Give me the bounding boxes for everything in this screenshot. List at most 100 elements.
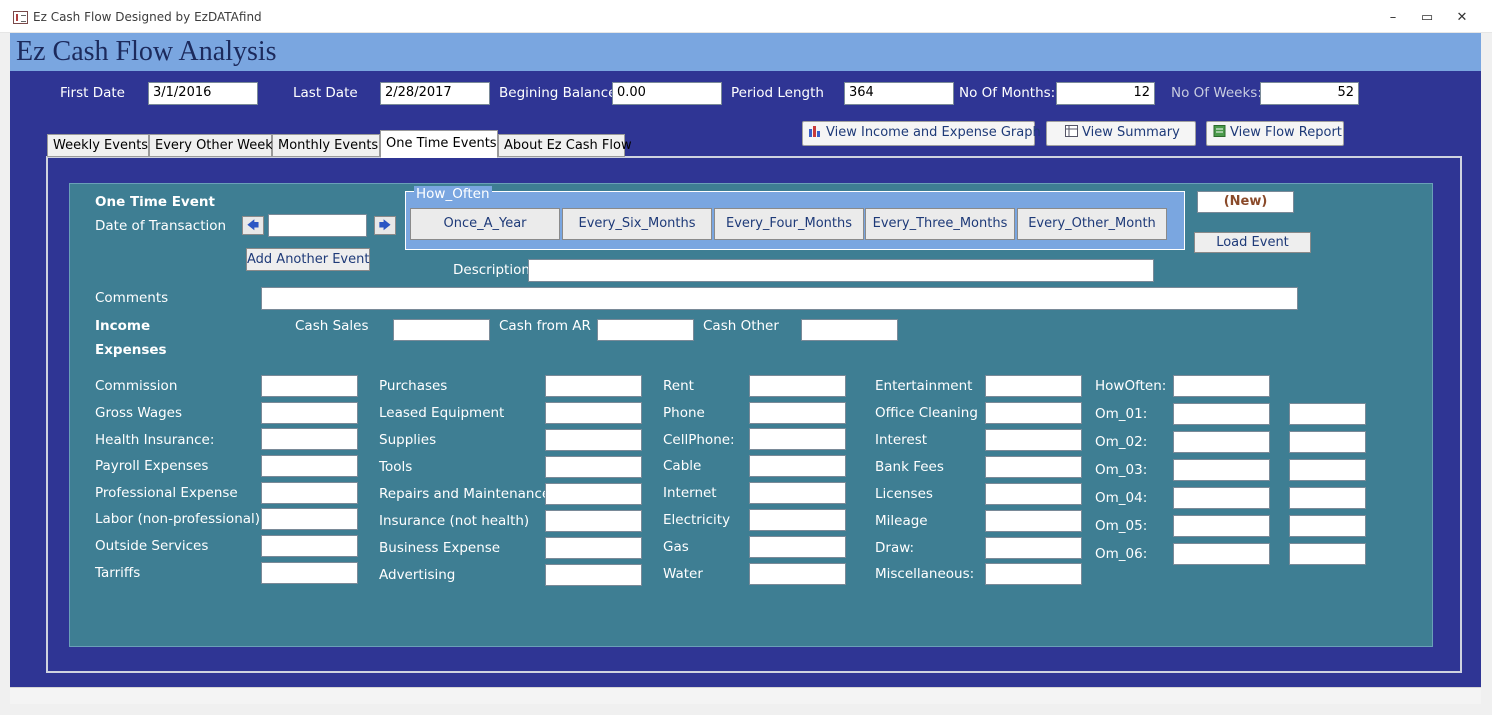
- expense-field[interactable]: [985, 375, 1082, 397]
- add-another-event-button[interactable]: Add Another Event: [246, 248, 370, 271]
- record-status-field[interactable]: (New): [1197, 191, 1294, 213]
- om-label: Om_06:: [1095, 546, 1148, 562]
- cash-sales-field[interactable]: [393, 319, 490, 341]
- close-button[interactable]: ✕: [1447, 8, 1477, 28]
- tab-about[interactable]: About Ez Cash Flow: [498, 134, 632, 157]
- om-amount-field[interactable]: [1289, 431, 1366, 453]
- description-field[interactable]: [528, 259, 1154, 282]
- expense-field[interactable]: [749, 563, 846, 585]
- expense-field[interactable]: [545, 564, 642, 586]
- expense-label: Insurance (not health): [379, 513, 530, 529]
- how-often-field-label: HowOften:: [1095, 378, 1167, 394]
- expense-field[interactable]: [749, 375, 846, 397]
- om-label: Om_05:: [1095, 518, 1148, 534]
- every-four-months-button[interactable]: Every_Four_Months: [714, 208, 864, 240]
- expense-field[interactable]: [985, 456, 1082, 478]
- expense-field[interactable]: [261, 428, 358, 450]
- load-event-button[interactable]: Load Event: [1194, 232, 1311, 253]
- weeks-field[interactable]: 52: [1260, 82, 1359, 105]
- expense-field[interactable]: [985, 563, 1082, 585]
- expense-field[interactable]: [261, 562, 358, 584]
- expense-field[interactable]: [749, 482, 846, 504]
- form-header: Ez Cash Flow Analysis: [10, 33, 1481, 71]
- om-label: Om_02:: [1095, 434, 1148, 450]
- om-amount-field[interactable]: [1289, 459, 1366, 481]
- expense-field[interactable]: [749, 536, 846, 558]
- expense-label: Mileage: [875, 513, 928, 529]
- expenses-label: Expenses: [95, 342, 167, 358]
- om-amount-field[interactable]: [1289, 543, 1366, 565]
- expense-field[interactable]: [749, 402, 846, 424]
- minimize-button[interactable]: –: [1378, 8, 1408, 28]
- expense-label: Miscellaneous:: [875, 566, 975, 582]
- expense-label: Payroll Expenses: [95, 458, 209, 474]
- expense-field[interactable]: [261, 375, 358, 397]
- expense-field[interactable]: [545, 537, 642, 559]
- tab-one-time-events[interactable]: One Time Events: [380, 130, 498, 158]
- summary-icon: [1065, 125, 1078, 137]
- once-a-year-button[interactable]: Once_A_Year: [410, 208, 560, 240]
- date-of-transaction-field[interactable]: [268, 214, 367, 237]
- om-amount-field[interactable]: [1289, 515, 1366, 537]
- expense-label: Draw:: [875, 540, 915, 556]
- comments-field[interactable]: [261, 287, 1298, 310]
- expense-field[interactable]: [261, 402, 358, 424]
- view-graph-button[interactable]: View Income and Expense Graph: [802, 121, 1041, 146]
- expense-field[interactable]: [261, 482, 358, 504]
- om-field[interactable]: [1173, 403, 1270, 425]
- expense-label: Tools: [379, 459, 413, 475]
- expense-field[interactable]: [545, 375, 642, 397]
- expense-label: Phone: [663, 405, 705, 421]
- previous-arrow-icon[interactable]: 🡄: [242, 216, 264, 235]
- every-other-month-button[interactable]: Every_Other_Month: [1017, 208, 1167, 240]
- om-field[interactable]: [1173, 431, 1270, 453]
- expense-field[interactable]: [545, 456, 642, 478]
- view-summary-button[interactable]: View Summary: [1046, 121, 1196, 146]
- expense-label: Professional Expense: [95, 485, 238, 501]
- begin-balance-field[interactable]: 0.00: [612, 82, 722, 105]
- expense-field[interactable]: [261, 508, 358, 530]
- first-date-field[interactable]: 3/1/2016: [148, 82, 258, 105]
- om-amount-field[interactable]: [1289, 487, 1366, 509]
- expense-field[interactable]: [985, 402, 1082, 424]
- view-report-button[interactable]: View Flow Report: [1206, 121, 1344, 146]
- expense-field[interactable]: [749, 455, 846, 477]
- every-six-months-button[interactable]: Every_Six_Months: [562, 208, 712, 240]
- expense-field[interactable]: [545, 510, 642, 532]
- event-heading: One Time Event: [95, 194, 215, 210]
- how-often-field[interactable]: [1173, 375, 1270, 397]
- om-field[interactable]: [1173, 543, 1270, 565]
- expense-field[interactable]: [545, 402, 642, 424]
- om-field[interactable]: [1173, 459, 1270, 481]
- om-field[interactable]: [1173, 515, 1270, 537]
- expense-field[interactable]: [985, 429, 1082, 451]
- weeks-label: No Of Weeks:: [1171, 85, 1262, 101]
- tab-monthly-events[interactable]: Monthly Events: [272, 134, 380, 157]
- expense-field[interactable]: [749, 509, 846, 531]
- expense-field[interactable]: [985, 537, 1082, 559]
- last-date-field[interactable]: 2/28/2017: [380, 82, 490, 105]
- next-arrow-icon[interactable]: 🡆: [374, 216, 396, 235]
- expense-label: Advertising: [379, 567, 456, 583]
- expense-field[interactable]: [261, 535, 358, 557]
- om-field[interactable]: [1173, 487, 1270, 509]
- expense-field[interactable]: [545, 429, 642, 451]
- expense-field[interactable]: [985, 510, 1082, 532]
- maximize-button[interactable]: ▭: [1412, 8, 1442, 28]
- om-label: Om_04:: [1095, 490, 1148, 506]
- window-title: Ez Cash Flow Designed by EzDATAfind: [33, 10, 262, 24]
- cash-other-field[interactable]: [801, 319, 898, 341]
- expense-label: Interest: [875, 432, 928, 448]
- expense-field[interactable]: [545, 483, 642, 505]
- period-length-field[interactable]: 364: [844, 82, 954, 105]
- tab-every-other-week[interactable]: Every Other Week: [149, 134, 273, 157]
- tab-weekly-events[interactable]: Weekly Events: [47, 134, 149, 157]
- cash-ar-field[interactable]: [597, 319, 694, 341]
- om-amount-field[interactable]: [1289, 403, 1366, 425]
- expense-field[interactable]: [749, 428, 846, 450]
- months-field[interactable]: 12: [1056, 82, 1155, 105]
- every-three-months-button[interactable]: Every_Three_Months: [865, 208, 1015, 240]
- cash-sales-label: Cash Sales: [295, 318, 369, 334]
- expense-field[interactable]: [985, 483, 1082, 505]
- expense-field[interactable]: [261, 455, 358, 477]
